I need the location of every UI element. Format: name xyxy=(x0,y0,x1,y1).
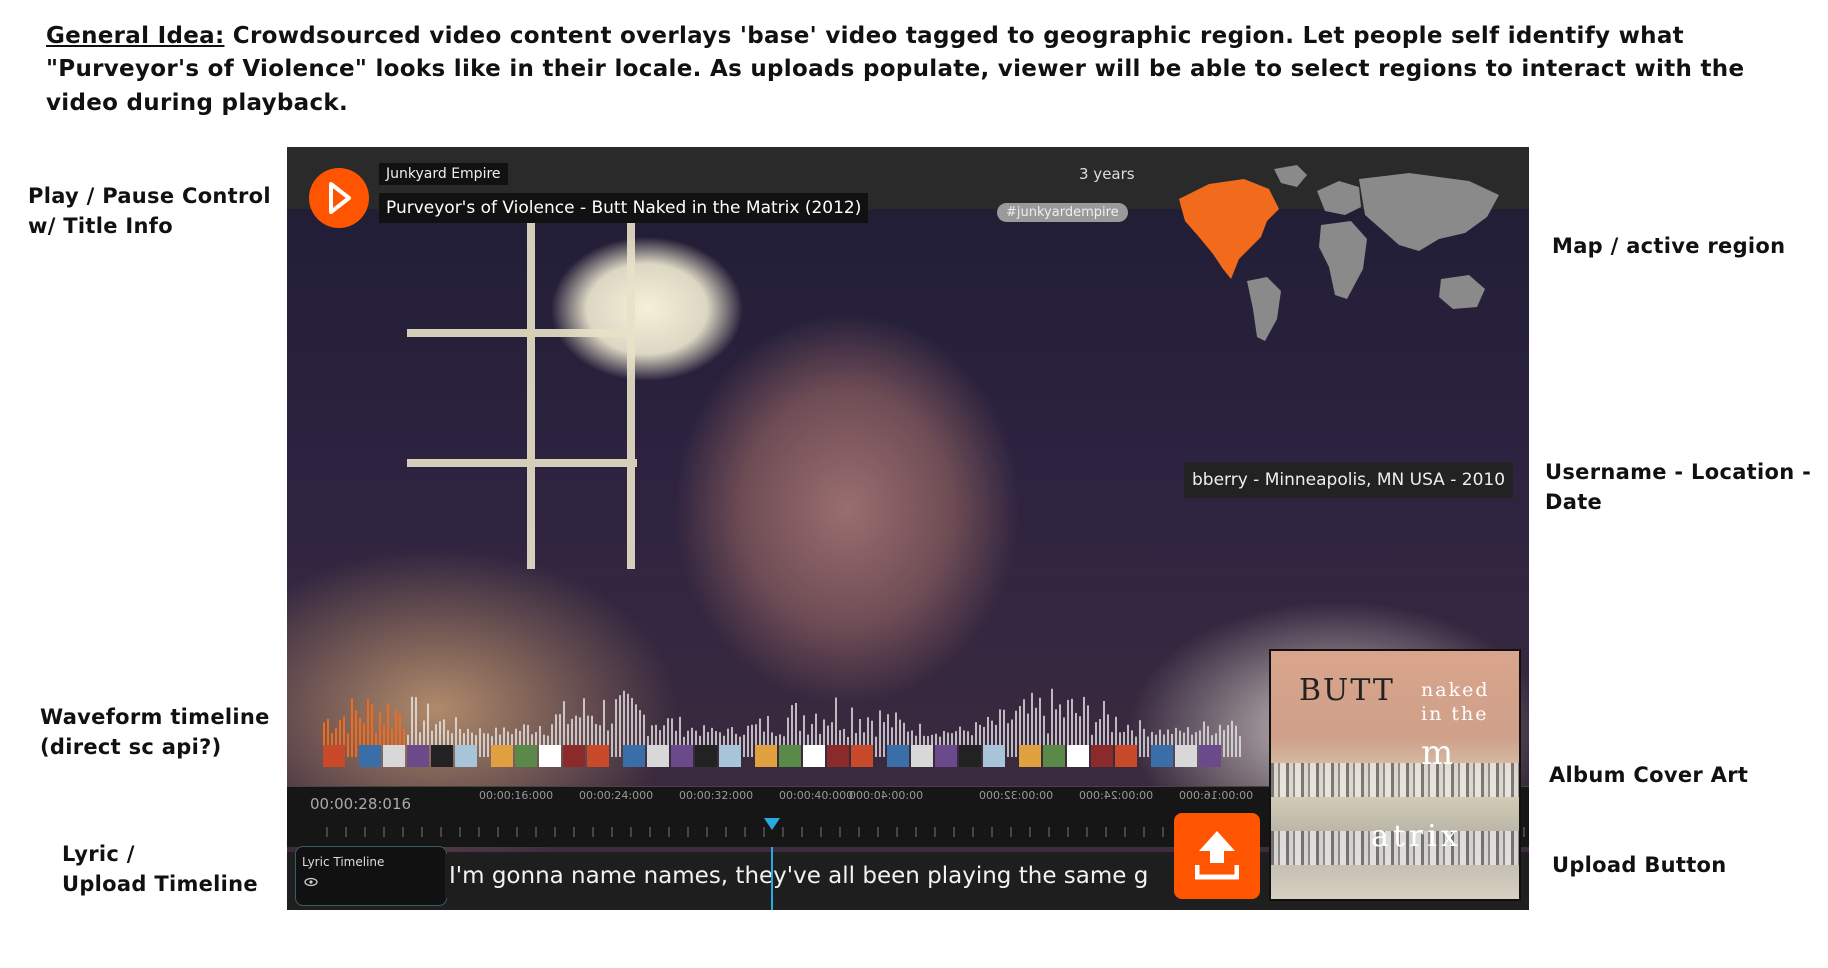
upload-thumbnail[interactable] xyxy=(407,745,429,767)
general-idea-annotation: General Idea: Crowdsourced video content… xyxy=(46,20,1766,120)
album-art-text: in the xyxy=(1421,703,1489,725)
upload-thumbnail[interactable] xyxy=(623,745,645,767)
album-cover-art[interactable]: BUTT naked in the m atrix xyxy=(1269,649,1521,901)
play-pause-annotation-line1: Play / Pause Control xyxy=(28,184,271,208)
play-button[interactable] xyxy=(309,168,369,228)
waveform-annotation-line1: Waveform timeline xyxy=(40,705,270,729)
upload-thumbnail[interactable] xyxy=(323,745,345,767)
upload-thumbnail[interactable] xyxy=(671,745,693,767)
map-region-greenland xyxy=(1274,165,1307,187)
upload-thumbnail[interactable] xyxy=(851,745,873,767)
upload-thumbnail[interactable] xyxy=(359,745,381,767)
album-art-text: BUTT xyxy=(1299,673,1395,708)
upload-thumbnail[interactable] xyxy=(1199,745,1221,767)
lyric-timeline-label: Lyric Timeline xyxy=(302,855,385,869)
album-art-text: m xyxy=(1421,733,1454,773)
upload-thumbnail[interactable] xyxy=(959,745,981,767)
username-annotation-line1: Username - Location - xyxy=(1545,460,1812,484)
upload-thumbnail[interactable] xyxy=(1043,745,1065,767)
upload-thumbnail[interactable] xyxy=(1115,745,1137,767)
upload-thumbnail[interactable] xyxy=(587,745,609,767)
track-title[interactable]: Purveyor's of Violence - Butt Naked in t… xyxy=(379,193,869,223)
eye-icon[interactable] xyxy=(304,877,318,887)
artist-name[interactable]: Junkyard Empire xyxy=(379,163,508,185)
hashtag-badge[interactable]: #junkyardempire xyxy=(997,203,1128,222)
upload-button[interactable] xyxy=(1174,813,1260,899)
tick-label: 00:00:40:000 xyxy=(849,789,924,802)
album-art-text: atrix xyxy=(1371,819,1462,854)
upload-thumbnail[interactable] xyxy=(383,745,405,767)
upload-thumbnail[interactable] xyxy=(827,745,849,767)
map-region-asia xyxy=(1359,173,1499,251)
upload-thumbnail[interactable] xyxy=(1019,745,1041,767)
lyric-annotation: Lyric / Upload Timeline xyxy=(62,839,258,900)
upload-thumbnail[interactable] xyxy=(779,745,801,767)
waveform-annotation-line2: (direct sc api?) xyxy=(40,735,222,760)
map-region-australia xyxy=(1439,275,1485,309)
upload-thumbnail[interactable] xyxy=(719,745,741,767)
upload-thumbnail[interactable] xyxy=(695,745,717,767)
lyric-annotation-line1: Lyric / xyxy=(62,842,135,866)
map-region-north-america xyxy=(1179,179,1279,279)
upload-thumbnail[interactable] xyxy=(755,745,777,767)
upload-thumbnail[interactable] xyxy=(1151,745,1173,767)
upload-thumbnail[interactable] xyxy=(1067,745,1089,767)
username-annotation: Username - Location - Date xyxy=(1545,457,1811,518)
upload-thumbnail[interactable] xyxy=(455,745,477,767)
upload-time-ago: 3 years xyxy=(1079,165,1135,183)
tick-label: 00:00:16:000 xyxy=(479,789,554,802)
tick-label: 00:00:32:000 xyxy=(979,789,1054,802)
video-player: Junkyard Empire Purveyor's of Violence -… xyxy=(287,147,1529,910)
upload-thumbnail[interactable] xyxy=(647,745,669,767)
video-background-window xyxy=(407,209,637,569)
tick-label: 00:00:40:000 xyxy=(779,789,854,802)
upload-thumbnail[interactable] xyxy=(539,745,561,767)
play-icon xyxy=(329,182,351,214)
upload-thumbnail[interactable] xyxy=(935,745,957,767)
current-timecode: 00:00:28:016 xyxy=(310,795,412,813)
album-annotation: Album Cover Art xyxy=(1549,763,1749,787)
upload-thumbnail[interactable] xyxy=(1175,745,1197,767)
upload-thumbnail[interactable] xyxy=(887,745,909,767)
general-idea-text: Crowdsourced video content overlays 'bas… xyxy=(46,23,1745,116)
play-pause-annotation: Play / Pause Control w/ Title Info xyxy=(28,181,271,242)
playhead[interactable] xyxy=(764,818,780,830)
tick-label: 00:00:16:000 xyxy=(1179,789,1254,802)
map-region-europe xyxy=(1317,181,1361,215)
upload-thumbnail-strip xyxy=(323,745,1243,773)
upload-thumbnail[interactable] xyxy=(803,745,825,767)
map-region-south-america xyxy=(1247,277,1281,341)
album-art-strip xyxy=(1271,763,1519,797)
playhead-line xyxy=(771,847,773,910)
upload-thumbnail[interactable] xyxy=(1091,745,1113,767)
upload-thumbnail[interactable] xyxy=(983,745,1005,767)
tick-label: 00:00:24:000 xyxy=(1079,789,1154,802)
map-region-africa xyxy=(1319,221,1367,299)
upload-annotation: Upload Button xyxy=(1552,853,1727,877)
map-annotation: Map / active region xyxy=(1552,234,1786,258)
play-pause-annotation-line2: w/ Title Info xyxy=(28,214,173,239)
world-map-icon[interactable] xyxy=(1169,159,1514,349)
lyric-timeline-tab[interactable]: Lyric Timeline xyxy=(295,846,447,906)
upload-thumbnail[interactable] xyxy=(515,745,537,767)
upload-icon xyxy=(1195,831,1239,880)
upload-thumbnail[interactable] xyxy=(491,745,513,767)
album-art-text: naked xyxy=(1421,679,1490,701)
upload-thumbnail[interactable] xyxy=(431,745,453,767)
uploader-info[interactable]: bberry - Minneapolis, MN USA - 2010 xyxy=(1184,462,1514,498)
waveform-annotation: Waveform timeline (direct sc api?) xyxy=(40,702,270,763)
username-annotation-line2: Date xyxy=(1545,490,1603,515)
lyric-annotation-line2: Upload Timeline xyxy=(62,872,258,897)
tick-label: 00:00:32:000 xyxy=(679,789,754,802)
upload-thumbnail[interactable] xyxy=(563,745,585,767)
lyric-line: I'm gonna name names, they've all been p… xyxy=(445,854,1269,898)
tick-label: 00:00:24:000 xyxy=(579,789,654,802)
upload-thumbnail[interactable] xyxy=(911,745,933,767)
general-idea-label: General Idea: xyxy=(46,23,225,49)
